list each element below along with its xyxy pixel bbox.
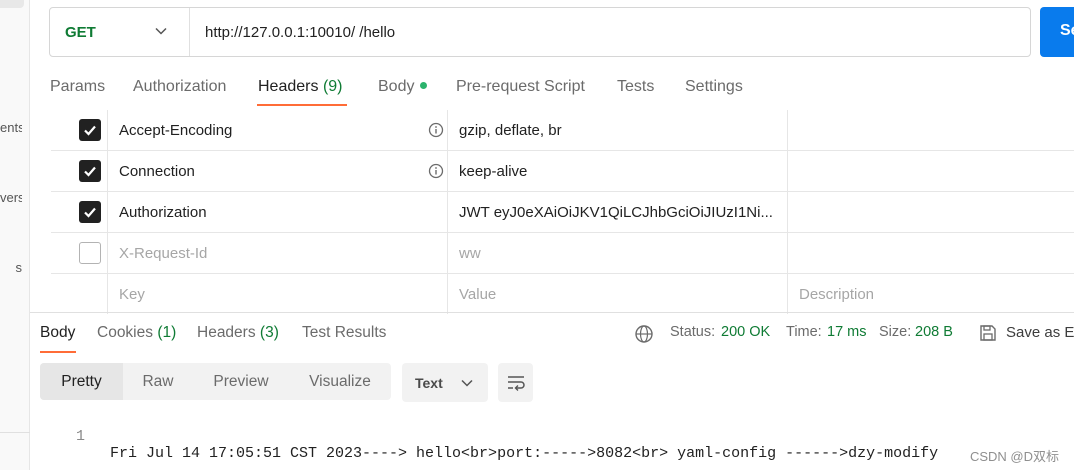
headers-table: Accept-Encoding gzip, deflate, br Connec… xyxy=(51,110,1074,315)
info-icon[interactable] xyxy=(428,163,444,179)
method-label: GET xyxy=(65,24,96,41)
new-value-input[interactable]: Value xyxy=(459,286,496,303)
wrap-lines-icon xyxy=(508,376,525,391)
header-value[interactable]: ww xyxy=(459,245,481,262)
tab-settings[interactable]: Settings xyxy=(685,78,743,106)
table-row: Connection keep-alive xyxy=(51,151,1074,192)
sidebar: ents vers s xyxy=(0,0,30,470)
header-enabled-checkbox[interactable] xyxy=(79,201,101,223)
new-key-input[interactable]: Key xyxy=(119,286,145,303)
view-mode-pretty[interactable]: Pretty xyxy=(40,363,123,400)
response-tab-body[interactable]: Body xyxy=(40,324,75,342)
response-body[interactable]: 1 Fri Jul 14 17:05:51 CST 2023----> hell… xyxy=(0,411,1074,462)
tab-headers-count: (9) xyxy=(322,78,343,95)
status-value[interactable]: 200 OK xyxy=(721,324,770,340)
watermark: CSDN @D双标 xyxy=(969,449,1059,464)
tab-body-label: Body xyxy=(378,78,415,95)
save-icon[interactable] xyxy=(978,323,998,343)
format-label: Text xyxy=(415,375,443,391)
response-tab-test-results[interactable]: Test Results xyxy=(302,324,386,342)
response-tab-headers-label: Headers xyxy=(197,324,256,341)
method-select[interactable]: GET xyxy=(50,8,190,56)
header-value[interactable]: gzip, deflate, br xyxy=(459,122,562,139)
response-divider[interactable] xyxy=(30,312,1074,313)
header-key[interactable]: Connection xyxy=(119,163,195,180)
sidebar-item-monitors[interactable]: s xyxy=(0,260,23,275)
response-tab-cookies-label: Cookies xyxy=(97,324,153,341)
save-as-example-button[interactable]: Save as E xyxy=(1006,324,1074,341)
format-select[interactable]: Text xyxy=(402,363,488,402)
status-label: Status: xyxy=(670,324,716,340)
line-number: 1 xyxy=(76,428,86,445)
header-description[interactable] xyxy=(788,192,1074,232)
table-row: X-Request-Id ww xyxy=(51,233,1074,274)
header-enabled-checkbox[interactable] xyxy=(79,119,101,141)
chevron-down-icon xyxy=(155,27,167,35)
header-key[interactable]: Accept-Encoding xyxy=(119,122,232,139)
view-mode-raw[interactable]: Raw xyxy=(123,363,193,400)
body-indicator-dot xyxy=(420,82,428,89)
response-tab-cookies[interactable]: Cookies (1) xyxy=(97,324,176,342)
response-tab-cookies-count: (1) xyxy=(157,324,177,341)
time-value[interactable]: 17 ms xyxy=(827,324,867,340)
header-enabled-checkbox[interactable] xyxy=(79,160,101,182)
globe-icon[interactable] xyxy=(634,324,654,344)
tab-authorization[interactable]: Authorization xyxy=(133,78,226,106)
tab-headers-label: Headers xyxy=(258,78,319,95)
view-mode-preview[interactable]: Preview xyxy=(193,363,289,400)
header-value[interactable]: JWT eyJ0eXAiOiJKV1QiLCJhbGciOiJIUzI1Ni..… xyxy=(459,204,789,221)
send-button[interactable]: Se xyxy=(1040,7,1074,57)
sidebar-item-mock-servers[interactable]: vers xyxy=(0,190,22,205)
response-tab-headers-count: (3) xyxy=(259,324,279,341)
tab-headers[interactable]: Headers (9) xyxy=(258,78,343,106)
request-url-bar: GET http://127.0.0.1:10010/ /hello xyxy=(49,7,1031,57)
size-label: Size: xyxy=(879,324,912,340)
tab-params[interactable]: Params xyxy=(50,78,105,106)
view-mode-selector: Pretty Raw Preview Visualize xyxy=(40,363,391,400)
size-value[interactable]: 208 B xyxy=(915,324,953,340)
active-tab-indicator xyxy=(257,104,347,106)
chevron-down-icon xyxy=(461,379,473,387)
wrap-lines-button[interactable] xyxy=(498,363,533,402)
time-label: Time: xyxy=(786,324,822,340)
header-description[interactable] xyxy=(788,233,1074,273)
header-key[interactable]: X-Request-Id xyxy=(119,245,207,262)
response-tab-headers[interactable]: Headers (3) xyxy=(197,324,279,342)
header-description[interactable] xyxy=(788,151,1074,191)
new-description-input[interactable]: Description xyxy=(799,286,874,303)
info-icon[interactable] xyxy=(428,122,444,138)
sidebar-item-environments[interactable]: ents xyxy=(0,120,22,135)
tab-body[interactable]: Body xyxy=(378,78,428,106)
table-row: Accept-Encoding gzip, deflate, br xyxy=(51,110,1074,151)
response-body-line: Fri Jul 14 17:05:51 CST 2023----> hello<… xyxy=(110,445,939,462)
header-key[interactable]: Authorization xyxy=(119,204,207,221)
table-row: Authorization JWT eyJ0eXAiOiJKV1QiLCJhbG… xyxy=(51,192,1074,233)
tab-tests[interactable]: Tests xyxy=(617,78,654,106)
header-description[interactable] xyxy=(788,110,1074,150)
sidebar-top-item[interactable] xyxy=(0,0,24,8)
tab-pre-request-script[interactable]: Pre-request Script xyxy=(456,78,585,106)
table-row-new: Key Value Description xyxy=(51,274,1074,315)
response-status-bar: Status: 200 OK Time: 17 ms Size: 208 B S… xyxy=(634,324,1074,344)
header-value[interactable]: keep-alive xyxy=(459,163,527,180)
view-mode-visualize[interactable]: Visualize xyxy=(289,363,391,400)
header-enabled-checkbox[interactable] xyxy=(79,242,101,264)
active-response-tab-indicator xyxy=(40,351,76,353)
url-input[interactable]: http://127.0.0.1:10010/ /hello xyxy=(205,24,395,41)
